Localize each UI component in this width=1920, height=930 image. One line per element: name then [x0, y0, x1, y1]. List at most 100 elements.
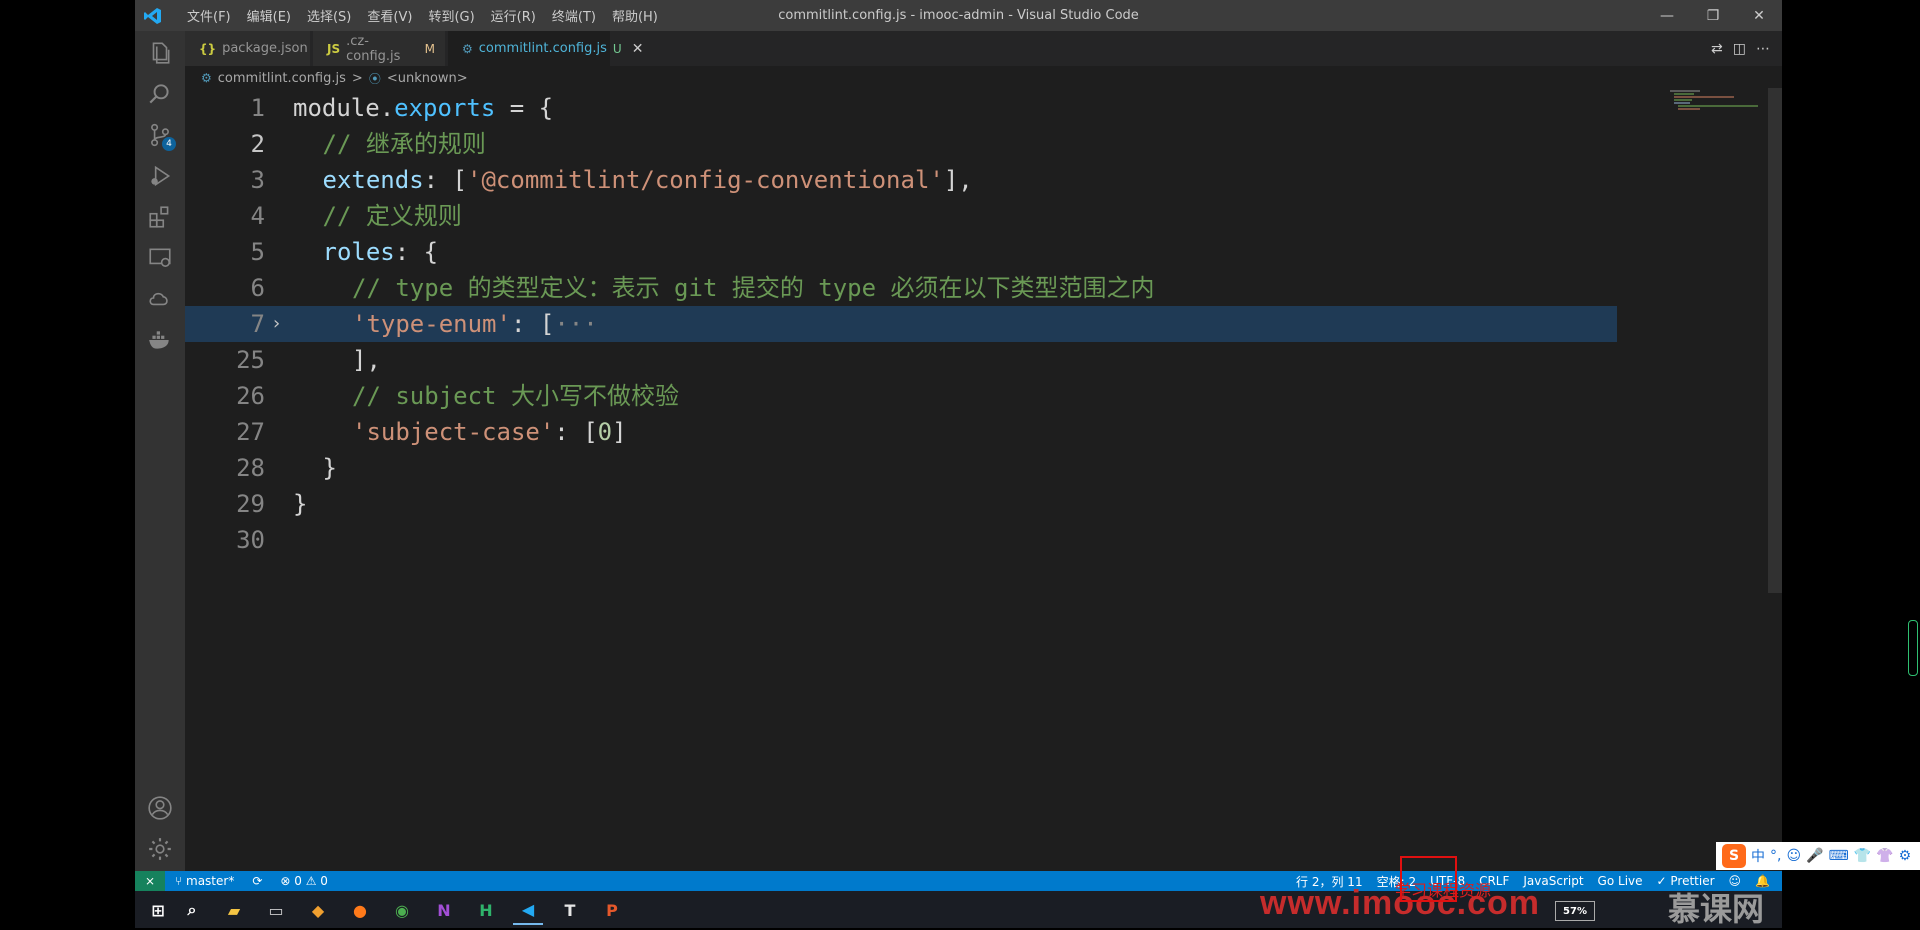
sync-icon[interactable]: ⟳ — [252, 874, 262, 888]
line-number: 1 — [250, 94, 265, 122]
docker-icon[interactable] — [135, 318, 185, 362]
menu-item[interactable]: 帮助(H) — [604, 6, 666, 25]
code-line[interactable]: 27 'subject-case': [0] — [185, 414, 1617, 450]
code-text: // type 的类型定义：表示 git 提交的 type 必须在以下类型范围之… — [352, 270, 1155, 306]
ime-tool-icon[interactable]: °, — [1770, 848, 1781, 864]
taskbar-search-icon[interactable]: ⌕ — [177, 895, 207, 925]
line-number: 5 — [250, 238, 265, 266]
menu-item[interactable]: 查看(V) — [359, 6, 420, 25]
ime-tool-icon[interactable]: ⌨ — [1829, 848, 1849, 864]
source-control-icon[interactable]: 4 — [135, 113, 185, 157]
file-type-icon: ⚙ — [462, 41, 473, 56]
menu-item[interactable]: 运行(R) — [483, 6, 544, 25]
menu-item[interactable]: 编辑(E) — [239, 6, 299, 25]
remote-indicator-icon[interactable]: ⨯ — [135, 871, 165, 891]
tab-close-icon[interactable]: ✕ — [632, 41, 644, 57]
ime-tool-icon[interactable]: ⚙ — [1899, 848, 1912, 864]
tab-label: commitlint.config.js — [478, 41, 607, 56]
fold-chevron-icon[interactable]: › — [271, 306, 282, 342]
code-token: exports — [394, 94, 496, 122]
code-line[interactable]: 29} — [185, 486, 1617, 522]
code-token: // 定义规则 — [322, 202, 462, 230]
code-line[interactable]: 5 roles: { — [185, 234, 1617, 270]
problems-indicator[interactable]: ⊗ 0 ⚠ 0 — [280, 874, 328, 888]
firefox-icon[interactable]: ● — [345, 895, 375, 925]
code-line[interactable]: 3 extends: ['@commitlint/config-conventio… — [185, 162, 1617, 198]
tab-git-status: U — [612, 41, 622, 56]
file-explorer-icon[interactable]: ▰ — [219, 895, 249, 925]
onenote-icon[interactable]: N — [429, 895, 459, 925]
line-number: 25 — [236, 346, 265, 374]
search-icon[interactable] — [135, 72, 185, 116]
go-live-button[interactable]: Go Live — [1598, 874, 1643, 888]
code-line[interactable]: 4 // 定义规则 — [185, 198, 1617, 234]
code-token: : [ — [554, 418, 598, 446]
activity-bar: 4 — [135, 31, 185, 871]
code-line[interactable]: 1 module.exports = { — [185, 90, 1617, 126]
run-debug-icon[interactable] — [135, 154, 185, 198]
minimap[interactable] — [1668, 88, 1768, 112]
ime-tool-icon[interactable]: 🎤 — [1806, 848, 1823, 864]
ime-tool-icon[interactable]: ☺ — [1786, 848, 1801, 864]
remote-explorer-icon[interactable] — [135, 236, 185, 280]
typora-icon[interactable]: T — [555, 895, 585, 925]
maximize-button[interactable]: ❐ — [1690, 0, 1736, 31]
breadcrumb-symbol[interactable]: <unknown> — [387, 71, 468, 86]
code-token: // subject 大小写不做校验 — [352, 382, 679, 410]
editor-tab[interactable]: {}package.jsonM — [185, 31, 324, 66]
chrome-icon[interactable]: ◉ — [387, 895, 417, 925]
code-line[interactable]: 26 // subject 大小写不做校验 — [185, 378, 1617, 414]
code-token: ] — [612, 418, 627, 446]
code-line[interactable]: 6 // type 的类型定义：表示 git 提交的 type 必须在以下类型范围… — [185, 270, 1617, 306]
menu-item[interactable]: 选择(S) — [299, 6, 359, 25]
minimize-button[interactable]: — — [1644, 0, 1690, 31]
close-button[interactable]: ✕ — [1736, 0, 1782, 31]
extensions-icon[interactable] — [135, 195, 185, 239]
hbuilder-icon[interactable]: H — [471, 895, 501, 925]
code-editor[interactable]: 1 module.exports = {2// 继承的规则 3 extends: ['… — [185, 90, 1731, 872]
editor-tab[interactable]: JS .cz-config.js M — [313, 31, 446, 66]
ime-tool-icon[interactable]: 👕 — [1854, 848, 1871, 864]
editor-tab[interactable]: ⚙ commitlint.config.js U ✕ — [448, 31, 643, 66]
ime-tool-icon[interactable]: 👚 — [1876, 848, 1893, 864]
settings-gear-icon[interactable] — [135, 827, 185, 871]
account-icon[interactable] — [135, 786, 185, 830]
ime-tool-icon[interactable]: 中 — [1751, 846, 1765, 866]
code-line[interactable]: 2 // 继承的规则 — [185, 126, 1617, 162]
code-line[interactable]: 28} — [185, 450, 1617, 486]
git-icon[interactable]: ◆ — [303, 895, 333, 925]
vscode-window: 文件(F) 编辑(E) 选择(S) 查看(V) 转到(G) 运行(R) 终端(T) 帮助(H)… — [135, 0, 1782, 891]
split-editor-icon[interactable]: ◫ — [1733, 41, 1746, 57]
code-text: // 定义规则 — [323, 198, 462, 234]
open-changes-icon[interactable]: ⇄ — [1711, 41, 1723, 57]
powerpoint-icon[interactable]: P — [597, 895, 627, 925]
vscode-taskbar-icon[interactable]: ◀ — [513, 895, 543, 925]
code-line[interactable]: 7 › 'type-enum': [··· — [185, 306, 1617, 342]
branch-indicator[interactable]: ⑂ master* — [175, 874, 234, 888]
more-actions-icon[interactable]: ⋯ — [1756, 41, 1770, 57]
explorer-icon[interactable] — [135, 31, 185, 75]
terminal-icon[interactable]: ▭ — [261, 895, 291, 925]
menu-item[interactable]: 终端(T) — [544, 6, 604, 25]
code-token: = { — [495, 94, 554, 122]
side-gauge — [1908, 620, 1918, 676]
code-token: : [ — [423, 166, 468, 194]
cloud-icon[interactable] — [135, 277, 185, 321]
code-token: } — [322, 454, 337, 482]
code-text: // 继承的规则 — [323, 126, 486, 162]
js-config-icon: ⚙ — [201, 71, 212, 85]
battery-indicator[interactable]: 57% — [1555, 901, 1595, 921]
sogou-logo-icon[interactable]: S — [1722, 844, 1746, 868]
menu-item[interactable]: 文件(F) — [179, 6, 239, 25]
editor-scrollbar[interactable] — [1768, 88, 1782, 593]
windows-start-icon[interactable]: ⊞ — [143, 895, 173, 925]
breadcrumb-file[interactable]: commitlint.config.js — [218, 71, 346, 86]
code-text: module.exports = { — [293, 90, 553, 126]
tab-git-status: M — [424, 41, 435, 56]
menu-item[interactable]: 转到(G) — [420, 6, 482, 25]
code-line[interactable]: 30 — [185, 522, 1617, 558]
tab-label: .cz-config.js — [346, 33, 401, 64]
menu-bar: 文件(F) 编辑(E) 选择(S) 查看(V) 转到(G) 运行(R) 终端(T) 帮助(H) — [179, 0, 666, 31]
code-line[interactable]: 25], — [185, 342, 1617, 378]
code-token: // 继承的规则 — [322, 130, 486, 158]
